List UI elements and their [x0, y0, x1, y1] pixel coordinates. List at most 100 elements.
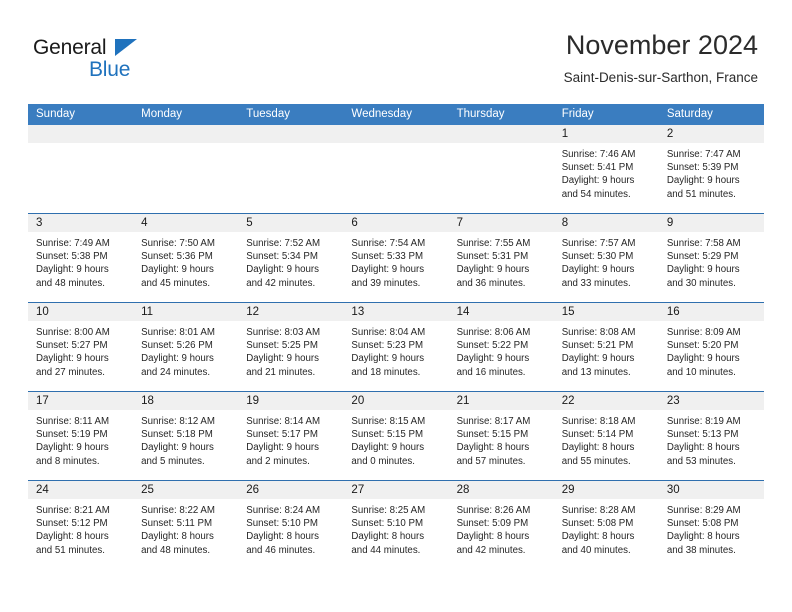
day-cell[interactable]: 10 Sunrise: 8:00 AM Sunset: 5:27 PM Dayligh…: [28, 303, 134, 391]
day-cell[interactable]: 5 Sunrise: 7:52 AM Sunset: 5:34 PM Daylight…: [238, 214, 344, 302]
daylight-text-line1: Daylight: 9 hours: [141, 264, 214, 276]
daylight-text-line2: and 40 minutes.: [561, 544, 631, 556]
day-cell[interactable]: 4 Sunrise: 7:50 AM Sunset: 5:36 PM Daylight…: [133, 214, 239, 302]
page-header: General Blue November 2024 Saint-Denis-s…: [0, 0, 792, 104]
daylight-text-line2: and 46 minutes.: [246, 544, 316, 556]
day-cell[interactable]: 25 Sunrise: 8:22 AM Sunset: 5:11 PM Dayligh…: [133, 481, 239, 569]
daylight-text-line1: Daylight: 9 hours: [141, 442, 214, 454]
day-cell[interactable]: 8 Sunrise: 7:57 AM Sunset: 5:30 PM Daylight…: [553, 214, 659, 302]
sunrise-text: Sunrise: 7:58 AM: [666, 238, 741, 249]
day-sun-info: Sunrise: 8:12 AM Sunset: 5:18 PM Daylight:…: [133, 410, 238, 468]
day-cell[interactable]: 15 Sunrise: 8:08 AM Sunset: 5:21 PM Dayligh…: [553, 303, 659, 391]
day-cell[interactable]: 14 Sunrise: 8:06 AM Sunset: 5:22 PM Dayligh…: [448, 303, 554, 391]
sunrise-text: Sunrise: 7:49 AM: [36, 238, 110, 249]
sunrise-text: Sunrise: 8:03 AM: [246, 327, 321, 338]
day-number: 23: [658, 392, 764, 410]
day-cell[interactable]: 12 Sunrise: 8:03 AM Sunset: 5:25 PM Dayligh…: [238, 303, 344, 391]
sunrise-text: Sunrise: 7:52 AM: [246, 238, 321, 249]
day-sun-info: Sunrise: 8:00 AM Sunset: 5:27 PM Daylight:…: [28, 321, 133, 379]
day-cell[interactable]: 11 Sunrise: 8:01 AM Sunset: 5:26 PM Dayligh…: [133, 303, 239, 391]
daylight-text-line1: Daylight: 9 hours: [36, 264, 109, 276]
day-cell[interactable]: 2 Sunrise: 7:47 AM Sunset: 5:39 PM Daylight…: [658, 125, 764, 213]
sunset-text: Sunset: 5:18 PM: [141, 429, 213, 441]
sunset-text: Sunset: 5:10 PM: [246, 518, 318, 530]
day-number: 18: [133, 392, 239, 410]
weekday-header-tuesday: Tuesday: [246, 108, 290, 120]
day-cell[interactable]: 13 Sunrise: 8:04 AM Sunset: 5:23 PM Dayligh…: [343, 303, 449, 391]
day-sun-info: Sunrise: 7:57 AM Sunset: 5:30 PM Daylight:…: [554, 232, 659, 290]
day-number: 11: [133, 303, 239, 321]
day-cell[interactable]: 21 Sunrise: 8:17 AM Sunset: 5:15 PM Dayligh…: [448, 392, 554, 480]
weekday-header-row: Sunday Monday Tuesday Wednesday Thursday Frid…: [28, 104, 764, 125]
day-cell[interactable]: 20 Sunrise: 8:15 AM Sunset: 5:15 PM Dayligh…: [343, 392, 449, 480]
calendar-page: General Blue November 2024 Saint-Denis-s…: [0, 0, 792, 612]
weekday-header-wednesday: Wednesday: [351, 108, 412, 120]
day-number: 10: [28, 303, 134, 321]
day-cell[interactable]: 24 Sunrise: 8:21 AM Sunset: 5:12 PM Dayligh…: [28, 481, 134, 569]
sunrise-text: Sunrise: 8:21 AM: [36, 505, 110, 516]
daylight-text-line1: Daylight: 9 hours: [351, 264, 425, 276]
day-sun-info: Sunrise: 7:46 AM Sunset: 5:41 PM Daylight:…: [554, 143, 659, 201]
day-cell[interactable]: 18 Sunrise: 8:12 AM Sunset: 5:18 PM Dayligh…: [133, 392, 239, 480]
sunrise-text: Sunrise: 8:17 AM: [456, 416, 531, 427]
day-sun-info: Sunrise: 8:28 AM Sunset: 5:08 PM Daylight:…: [554, 499, 659, 557]
sunset-text: Sunset: 5:26 PM: [141, 340, 213, 352]
sunrise-text: Sunrise: 8:19 AM: [666, 416, 741, 427]
daylight-text-line1: Daylight: 9 hours: [456, 264, 530, 276]
day-cell[interactable]: 9 Sunrise: 7:58 AM Sunset: 5:29 PM Daylight…: [658, 214, 764, 302]
day-number: 16: [658, 303, 764, 321]
day-cell[interactable]: 27 Sunrise: 8:25 AM Sunset: 5:10 PM Dayligh…: [343, 481, 449, 569]
day-cell[interactable]: 17 Sunrise: 8:11 AM Sunset: 5:19 PM Dayligh…: [28, 392, 134, 480]
daylight-text-line2: and 30 minutes.: [666, 277, 736, 289]
day-cell-empty: [133, 125, 239, 213]
day-cell[interactable]: 30 Sunrise: 8:29 AM Sunset: 5:08 PM Dayligh…: [658, 481, 764, 569]
day-cell[interactable]: 7 Sunrise: 7:55 AM Sunset: 5:31 PM Daylight…: [448, 214, 554, 302]
day-cell[interactable]: 26 Sunrise: 8:24 AM Sunset: 5:10 PM Dayligh…: [238, 481, 344, 569]
day-cell[interactable]: 23 Sunrise: 8:19 AM Sunset: 5:13 PM Dayligh…: [658, 392, 764, 480]
daylight-text-line1: Daylight: 9 hours: [351, 442, 425, 454]
day-sun-info: Sunrise: 7:52 AM Sunset: 5:34 PM Daylight:…: [238, 232, 343, 290]
sunset-text: Sunset: 5:30 PM: [561, 251, 634, 263]
daylight-text-line1: Daylight: 9 hours: [666, 264, 740, 276]
daylight-text-line1: Daylight: 8 hours: [561, 442, 635, 454]
daylight-text-line2: and 42 minutes.: [246, 277, 316, 289]
daylight-text-line2: and 8 minutes.: [36, 455, 100, 467]
sunrise-text: Sunrise: 8:11 AM: [36, 416, 110, 427]
daylight-text-line2: and 55 minutes.: [561, 455, 631, 467]
day-sun-info: Sunrise: 8:18 AM Sunset: 5:14 PM Daylight:…: [554, 410, 659, 468]
daylight-text-line2: and 57 minutes.: [456, 455, 526, 467]
day-number: 29: [553, 481, 659, 499]
daylight-text-line1: Daylight: 9 hours: [561, 353, 635, 365]
day-cell[interactable]: 3 Sunrise: 7:49 AM Sunset: 5:38 PM Daylight…: [28, 214, 134, 302]
day-cell[interactable]: 6 Sunrise: 7:54 AM Sunset: 5:33 PM Daylight…: [343, 214, 449, 302]
daylight-text-line2: and 39 minutes.: [351, 277, 421, 289]
triangle-logo-icon: [115, 39, 137, 56]
sunrise-text: Sunrise: 7:47 AM: [666, 149, 741, 160]
day-cell[interactable]: 16 Sunrise: 8:09 AM Sunset: 5:20 PM Dayligh…: [658, 303, 764, 391]
day-cell[interactable]: 22 Sunrise: 8:18 AM Sunset: 5:14 PM Dayligh…: [553, 392, 659, 480]
sunset-text: Sunset: 5:20 PM: [666, 340, 739, 352]
weekday-header-monday: Monday: [141, 108, 183, 120]
brand-logo[interactable]: General Blue: [33, 36, 233, 86]
day-sun-info: Sunrise: 8:26 AM Sunset: 5:09 PM Daylight:…: [449, 499, 554, 557]
daylight-text-line1: Daylight: 9 hours: [561, 264, 635, 276]
sunrise-text: Sunrise: 8:08 AM: [561, 327, 636, 338]
sunset-text: Sunset: 5:15 PM: [351, 429, 424, 441]
daylight-text-line2: and 27 minutes.: [36, 366, 105, 378]
daylight-text-line2: and 44 minutes.: [351, 544, 421, 556]
weekday-header-thursday: Thursday: [456, 108, 505, 120]
day-cell[interactable]: 28 Sunrise: 8:26 AM Sunset: 5:09 PM Dayligh…: [448, 481, 554, 569]
day-sun-info: Sunrise: 8:22 AM Sunset: 5:11 PM Daylight:…: [133, 499, 238, 557]
daylight-text-line1: Daylight: 9 hours: [561, 175, 635, 187]
day-number: 3: [28, 214, 134, 232]
daylight-text-line2: and 13 minutes.: [561, 366, 631, 378]
daylight-text-line2: and 54 minutes.: [561, 188, 631, 200]
day-cell[interactable]: 29 Sunrise: 8:28 AM Sunset: 5:08 PM Dayligh…: [553, 481, 659, 569]
day-cell[interactable]: 19 Sunrise: 8:14 AM Sunset: 5:17 PM Dayligh…: [238, 392, 344, 480]
daylight-text-line1: Daylight: 9 hours: [141, 353, 214, 365]
daylight-text-line1: Daylight: 8 hours: [456, 442, 530, 454]
daylight-text-line1: Daylight: 8 hours: [456, 531, 530, 543]
sunrise-text: Sunrise: 8:12 AM: [141, 416, 215, 427]
sunrise-text: Sunrise: 8:14 AM: [246, 416, 321, 427]
day-cell[interactable]: 1 Sunrise: 7:46 AM Sunset: 5:41 PM Daylight…: [553, 125, 659, 213]
